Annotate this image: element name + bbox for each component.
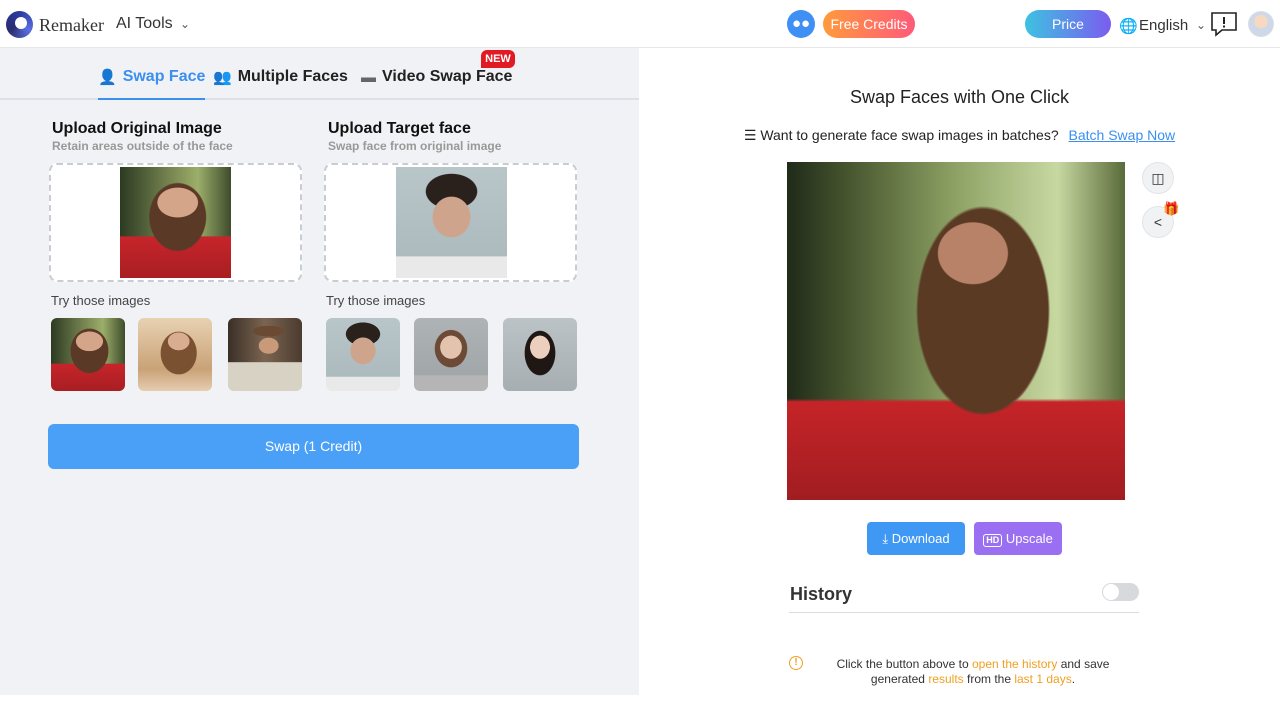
original-try-label: Try those images — [51, 293, 151, 308]
tab-multiple-faces[interactable]: 👥 Multiple Faces — [213, 68, 348, 86]
tab-label: Swap Face — [122, 68, 206, 85]
brand-name[interactable]: Remaker — [39, 15, 104, 36]
info-icon: ! — [789, 656, 803, 670]
remaker-logo-icon[interactable] — [6, 11, 33, 38]
free-credits-button[interactable]: Free Credits — [823, 10, 915, 38]
target-face-title: Upload Target face — [328, 120, 471, 137]
sample-original-thumbnail[interactable] — [138, 318, 212, 391]
download-icon: ⤓ — [882, 531, 889, 546]
result-title: Swap Faces with One Click — [849, 87, 1070, 107]
original-image-dropzone[interactable] — [49, 163, 302, 282]
download-label: Download — [891, 531, 950, 546]
batch-question: Want to generate face swap images in bat… — [760, 127, 1059, 143]
ai-tools-menu[interactable]: AI Tools — [116, 15, 173, 33]
target-face-subtitle: Swap face from original image — [328, 139, 502, 153]
sample-original-thumbnail[interactable] — [228, 318, 302, 391]
users-icon: 👥 — [213, 69, 232, 86]
video-camera-icon: ▬ — [361, 68, 376, 86]
tab-label: Video Swap Face — [382, 68, 513, 85]
language-selector[interactable]: English — [1139, 17, 1188, 34]
layers-icon: ☰ — [743, 127, 757, 143]
target-face-dropzone[interactable] — [324, 163, 577, 282]
target-face-preview — [396, 167, 507, 278]
note-text: Click the button above to — [836, 657, 972, 671]
upscale-button[interactable]: HD Upscale — [974, 522, 1062, 555]
note-highlight: open the history — [971, 657, 1058, 671]
chevron-down-icon[interactable]: ⌄ — [180, 17, 190, 31]
sample-target-thumbnail[interactable] — [503, 318, 577, 391]
note-highlight: results — [928, 672, 964, 686]
hd-icon: HD — [983, 534, 1003, 547]
result-image — [787, 162, 1125, 500]
user-icon: 👤 — [98, 69, 117, 86]
community-icon[interactable]: ●● — [787, 10, 815, 38]
top-bar: Remaker AI Tools ⌄ ●● Free Credits Price… — [0, 0, 1280, 48]
download-button[interactable]: ⤓ Download — [867, 522, 965, 555]
tab-video-swap-face[interactable]: ▬ Video Swap Face — [361, 68, 512, 86]
original-image-title: Upload Original Image — [52, 120, 222, 137]
original-image-subtitle: Retain areas outside of the face — [52, 139, 233, 153]
sample-target-thumbnail[interactable] — [326, 318, 400, 391]
history-toggle[interactable] — [1102, 583, 1139, 601]
history-title: History — [790, 584, 853, 604]
user-avatar[interactable] — [1248, 11, 1274, 37]
batch-swap-link[interactable]: Batch Swap Now — [1069, 127, 1176, 143]
sample-target-thumbnail[interactable] — [414, 318, 488, 391]
divider — [789, 612, 1139, 613]
swap-form-panel: 👤 Swap Face 👥 Multiple Faces ▬ Video Swa… — [0, 48, 639, 695]
batch-prompt: ☰ Want to generate face swap images in b… — [639, 127, 1280, 144]
swap-button[interactable]: Swap (1 Credit) — [48, 424, 579, 469]
target-try-label: Try those images — [326, 293, 426, 308]
original-image-preview — [120, 167, 231, 278]
note-text: . — [1071, 672, 1076, 686]
chevron-down-icon[interactable]: ⌄ — [1196, 18, 1206, 32]
sample-original-thumbnail[interactable] — [51, 318, 125, 391]
history-note: Click the button above to open the histo… — [820, 657, 1126, 687]
new-badge: NEW — [481, 50, 515, 68]
gift-icon: 🎁 — [1163, 201, 1180, 216]
mode-tabs: 👤 Swap Face 👥 Multiple Faces ▬ Video Swa… — [0, 48, 639, 100]
feedback-icon[interactable] — [1210, 11, 1238, 37]
compare-icon[interactable]: ◫ — [1142, 162, 1174, 194]
upscale-label: Upscale — [1005, 531, 1053, 546]
tab-swap-face[interactable]: 👤 Swap Face — [98, 68, 206, 100]
note-highlight: last 1 days — [1014, 672, 1072, 686]
globe-icon[interactable]: 🌐 — [1119, 17, 1138, 35]
note-text: from the — [963, 672, 1015, 686]
tab-label: Multiple Faces — [237, 68, 348, 85]
price-button[interactable]: Price — [1025, 10, 1111, 38]
